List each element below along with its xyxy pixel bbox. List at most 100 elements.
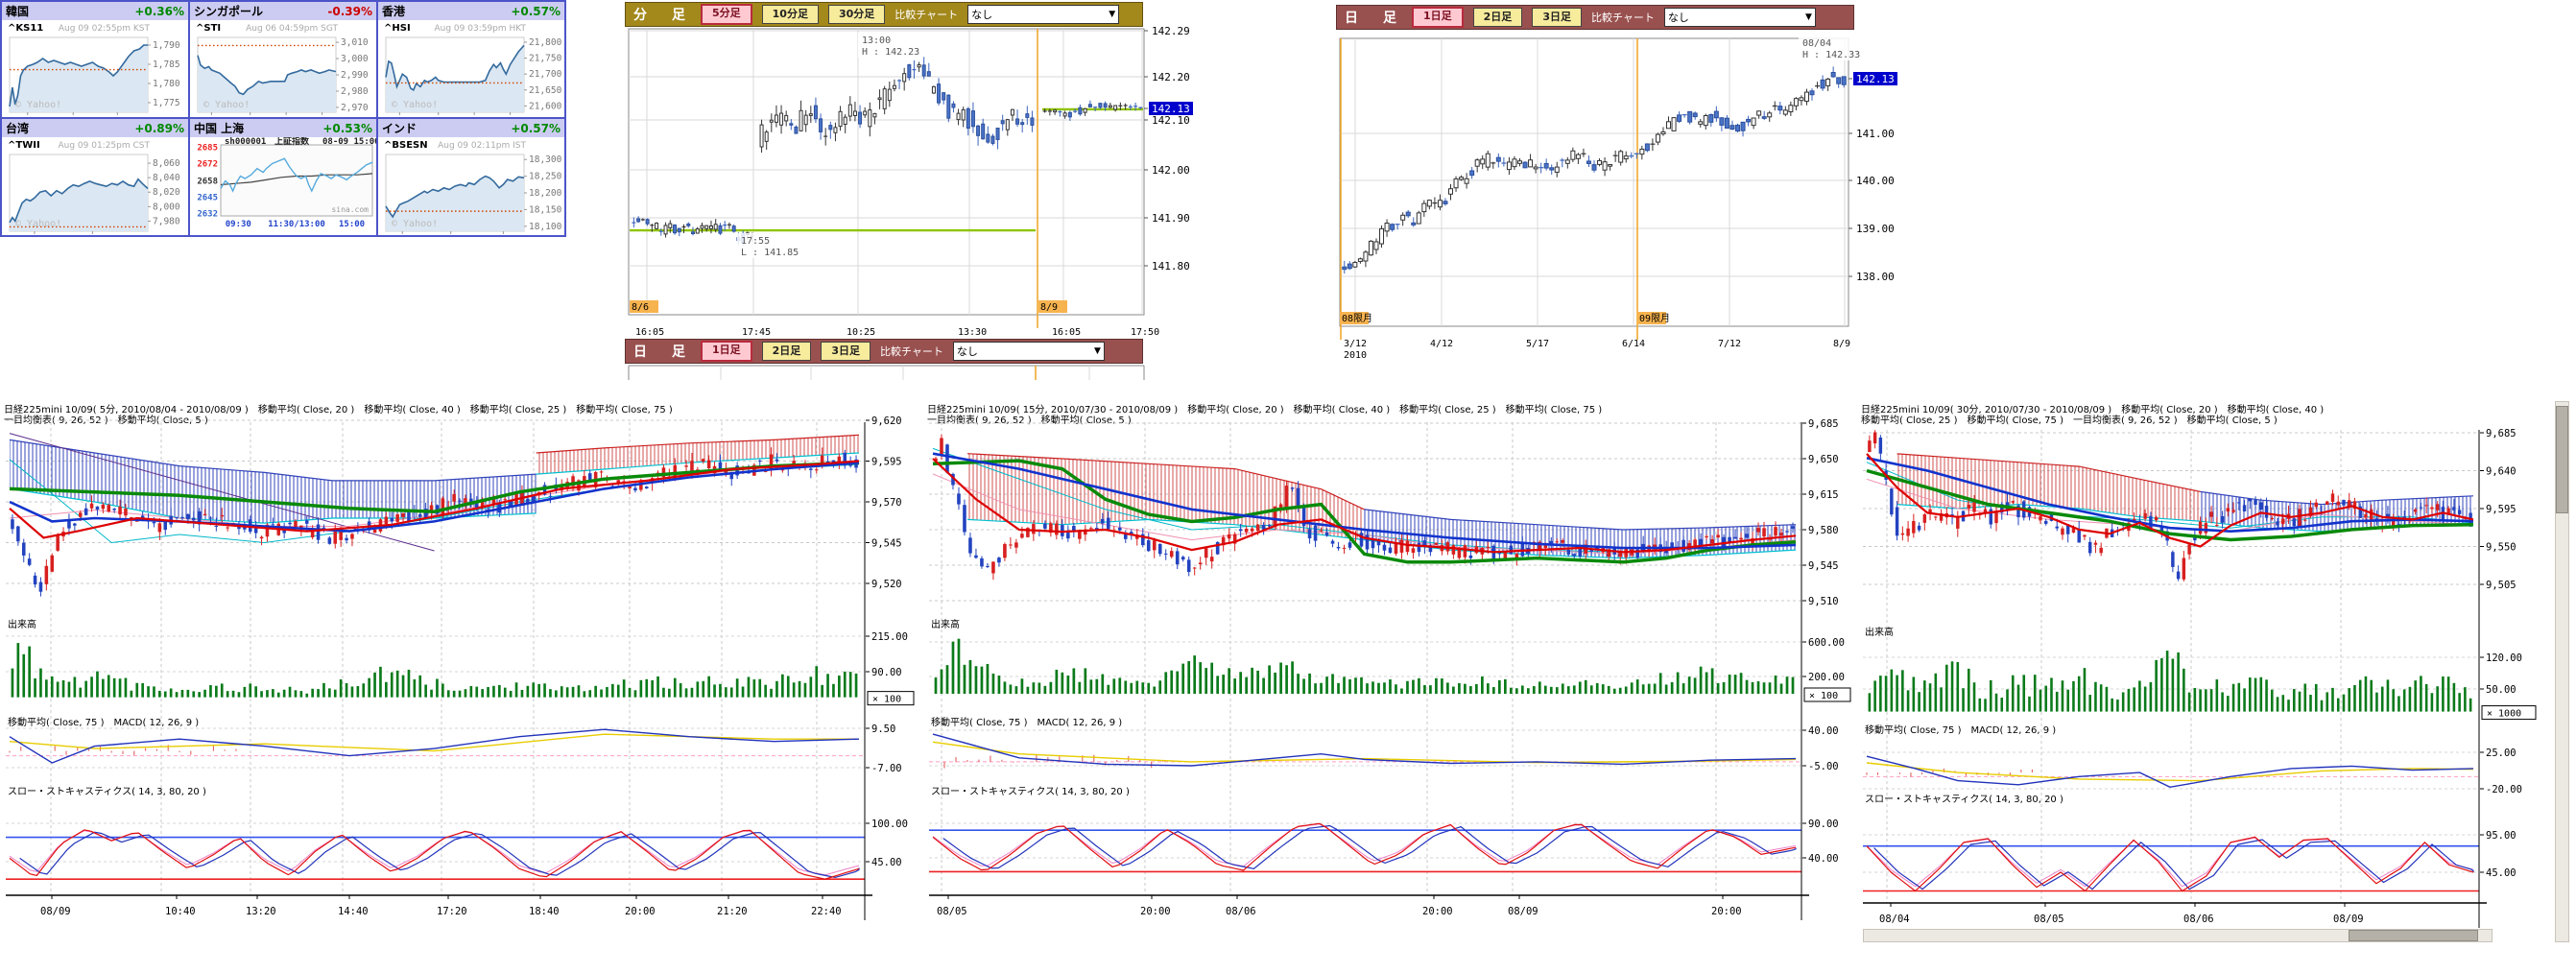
time-axis-label: 6/14	[1622, 339, 1645, 349]
axis-value-label: 9,550	[2486, 542, 2516, 554]
chart-titlebar: 日 足1日足2日足3日足比較チャートなし▼	[1336, 5, 1854, 30]
annotation-time: 13:00	[862, 36, 891, 46]
y-axis-label: 2645	[197, 194, 218, 203]
annotation-time: 17:55	[741, 236, 770, 247]
tab-10分足[interactable]: 10分足	[762, 5, 819, 24]
axis-value-label: 9,595	[2486, 504, 2516, 515]
x-axis-label: 10am	[16, 116, 38, 117]
tab-3日足[interactable]: 3日足	[1532, 8, 1582, 27]
tab-3日足[interactable]: 3日足	[821, 342, 871, 361]
axis-value-label: 95.00	[2486, 830, 2516, 842]
price-axis-label: 140.00	[1856, 175, 1895, 187]
annotation-price: L : 141.85	[741, 248, 799, 258]
time-axis-label: 08/04	[1879, 914, 1910, 925]
horizontal-scrollbar[interactable]	[1863, 929, 2493, 942]
mini-chart-header: 中国 上海 +0.53%	[190, 119, 376, 137]
price-axis-label: 142.29	[1152, 25, 1190, 37]
time-axis-label: 08/05	[937, 906, 967, 917]
time-axis-label: 3/12	[1344, 339, 1367, 349]
mini-chart-cell-STI[interactable]: シンガポール-0.39%^STIAug 06 04:59pm SGT3,0103…	[190, 2, 376, 117]
x-axis-label: 10am	[389, 116, 411, 117]
index-name: シンガポール	[194, 3, 263, 19]
mini-chart-cell-BSESN[interactable]: インド+0.57%^BSESNAug 09 02:11pm IST18,3001…	[378, 119, 564, 235]
tab-1日足[interactable]: 1日足	[1412, 7, 1464, 28]
chevron-down-icon: ▼	[1109, 10, 1115, 19]
mini-chart-cell-sh000001[interactable]: 中国 上海 +0.53% sh000001上証指数08-09 15:00268526…	[190, 119, 376, 235]
horizontal-scrollbar-thumb[interactable]	[2349, 930, 2478, 941]
y-axis-label: 3,010	[341, 37, 369, 48]
y-axis-label: 21,650	[529, 85, 562, 96]
y-axis-label: 8,020	[153, 187, 180, 198]
tab-5分足[interactable]: 5分足	[701, 4, 752, 25]
tab-1日足[interactable]: 1日足	[701, 341, 752, 362]
axis-value-label: 9,640	[2486, 466, 2516, 478]
index-change: +0.53%	[322, 122, 372, 135]
y-axis-label: 3,000	[341, 54, 369, 64]
ticker-symbol: ^HSI	[384, 23, 411, 34]
time-axis-label: 2010	[1344, 350, 1367, 361]
x-axis-label: 12pm	[427, 116, 449, 117]
time-axis-label: 7/12	[1718, 339, 1741, 349]
compare-chart-label: 比較チャート	[894, 7, 958, 22]
time-axis-label: 20:00	[625, 906, 656, 917]
ticker-symbol: ^KS11	[8, 23, 43, 34]
big-chart-header-line2: 一目均衡表( 9, 26, 52 ) 移動平均( Close, 5 )	[4, 412, 208, 426]
volume-multiplier: × 100	[872, 695, 901, 705]
compare-chart-dropdown[interactable]: なし▼	[953, 342, 1105, 361]
time-axis-label: 08/09	[40, 906, 71, 917]
index-change: +0.89%	[134, 122, 184, 135]
time-axis-label: 16:05	[1052, 327, 1081, 338]
index-name: インド	[382, 120, 417, 136]
index-change: +0.57%	[511, 5, 561, 18]
y-axis-label: 21,600	[529, 101, 562, 111]
time-axis-label: 5/17	[1526, 339, 1549, 349]
tab-30分足[interactable]: 30分足	[828, 5, 885, 24]
axis-value-label: 120.00	[2486, 653, 2522, 664]
compare-chart-dropdown[interactable]: なし▼	[1664, 8, 1816, 27]
x-axis-label: 10am	[201, 116, 223, 117]
axis-value-label: 50.00	[2486, 684, 2516, 696]
x-axis-label: 09:30	[226, 220, 251, 229]
mini-chart-plot: 8,0608,0408,0208,0007,98010am12pm© Yahoo…	[2, 137, 188, 235]
price-axis-label: 139.00	[1856, 223, 1895, 235]
y-axis-label: 2,980	[341, 86, 369, 97]
compare-chart-label: 比較チャート	[880, 344, 943, 359]
mini-chart-header: インド +0.57%	[378, 119, 564, 137]
macd-section-label: 移動平均( Close, 75 ) MACD( 12, 26, 9 )	[8, 714, 199, 728]
index-change: +0.57%	[511, 122, 561, 135]
y-axis-label: 7,980	[153, 216, 180, 226]
axis-value-label: -5.00	[1808, 761, 1839, 772]
compare-chart-label: 比較チャート	[1591, 10, 1655, 25]
mini-chart-header: 韓国+0.36%	[2, 2, 188, 20]
mini-chart-cell-KS11[interactable]: 韓国+0.36%^KS11Aug 09 02:55pm KST1,7901,78…	[2, 2, 188, 117]
axis-value-label: -20.00	[2486, 784, 2522, 795]
price-axis-label: 141.00	[1856, 128, 1895, 140]
time-axis-label: 08/06	[1226, 906, 1256, 917]
vertical-scrollbar[interactable]	[2555, 401, 2569, 942]
volume-multiplier: × 1000	[2487, 709, 2521, 720]
time-axis-label: 08/05	[2034, 914, 2064, 925]
vertical-scrollbar-thumb[interactable]	[2556, 406, 2568, 513]
y-axis-label: 1,785	[153, 59, 180, 70]
ticker-symbol: ^TWII	[8, 140, 40, 151]
mini-chart-cell-HSI[interactable]: 香港+0.57%^HSIAug 09 03:59pm HKT21,80021,7…	[378, 2, 564, 117]
tab-2日足[interactable]: 2日足	[1473, 8, 1523, 27]
compare-chart-dropdown[interactable]: なし ▼	[967, 5, 1119, 24]
time-axis-label: 21:20	[717, 906, 748, 917]
tab-2日足[interactable]: 2日足	[762, 342, 812, 361]
mini-chart-plot: sh000001上証指数08-09 15:0026852672265826452…	[190, 137, 376, 235]
axis-value-label: -7.00	[871, 763, 902, 774]
current-price-tag: 142.13	[1152, 103, 1190, 115]
index-name: 中国 上海	[194, 120, 244, 136]
axis-value-label: 9,510	[1808, 596, 1839, 607]
y-axis-label: 1,780	[153, 79, 180, 89]
dropdown-value: なし	[971, 7, 992, 22]
time-axis-label: 08/06	[2183, 914, 2214, 925]
ticker-symbol: ^BSESN	[384, 140, 428, 151]
axis-value-label: 9,545	[1808, 560, 1839, 572]
watermark: © Yahoo!	[392, 219, 438, 229]
y-axis-label: 1,790	[153, 40, 180, 51]
mini-chart-cell-TWII[interactable]: 台湾+0.89%^TWIIAug 09 01:25pm CST8,0608,04…	[2, 119, 188, 235]
axis-value-label: 90.00	[871, 667, 902, 678]
mini-chart-plot: 1,7901,7851,7801,77510am12pm2pm© Yahoo!	[2, 20, 188, 117]
